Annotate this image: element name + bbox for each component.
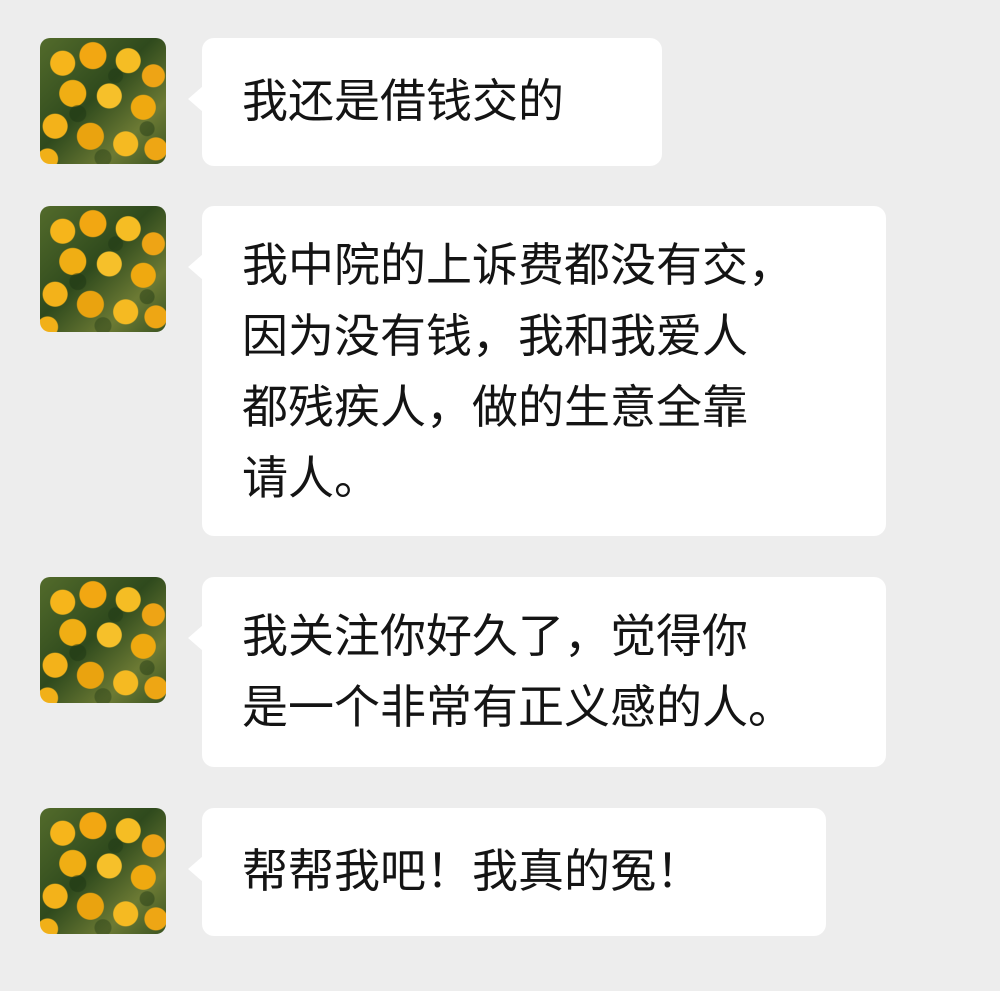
message-text: 我关注你好久了，觉得你 是一个非常有正义感的人。 <box>242 609 794 734</box>
avatar[interactable] <box>40 206 166 332</box>
message-row: 帮帮我吧！我真的冤！ <box>0 808 1000 936</box>
avatar[interactable] <box>40 38 166 164</box>
chat-thread: 我还是借钱交的 我中院的上诉费都没有交， 因为没有钱，我和我爱人 都残疾人，做的… <box>0 0 1000 991</box>
message-bubble[interactable]: 我关注你好久了，觉得你 是一个非常有正义感的人。 <box>188 577 886 767</box>
message-row: 我关注你好久了，觉得你 是一个非常有正义感的人。 <box>0 577 1000 767</box>
message-row: 我中院的上诉费都没有交， 因为没有钱，我和我爱人 都残疾人，做的生意全靠 请人。 <box>0 206 1000 536</box>
message-bubble[interactable]: 帮帮我吧！我真的冤！ <box>188 808 826 936</box>
message-row: 我还是借钱交的 <box>0 38 1000 166</box>
avatar[interactable] <box>40 808 166 934</box>
message-bubble[interactable]: 我中院的上诉费都没有交， 因为没有钱，我和我爱人 都残疾人，做的生意全靠 请人。 <box>188 206 886 536</box>
message-text: 我中院的上诉费都没有交， 因为没有钱，我和我爱人 都残疾人，做的生意全靠 请人。 <box>242 238 794 505</box>
message-text: 我还是借钱交的 <box>242 74 564 128</box>
avatar[interactable] <box>40 577 166 703</box>
message-bubble[interactable]: 我还是借钱交的 <box>188 38 662 166</box>
message-text: 帮帮我吧！我真的冤！ <box>242 844 702 898</box>
